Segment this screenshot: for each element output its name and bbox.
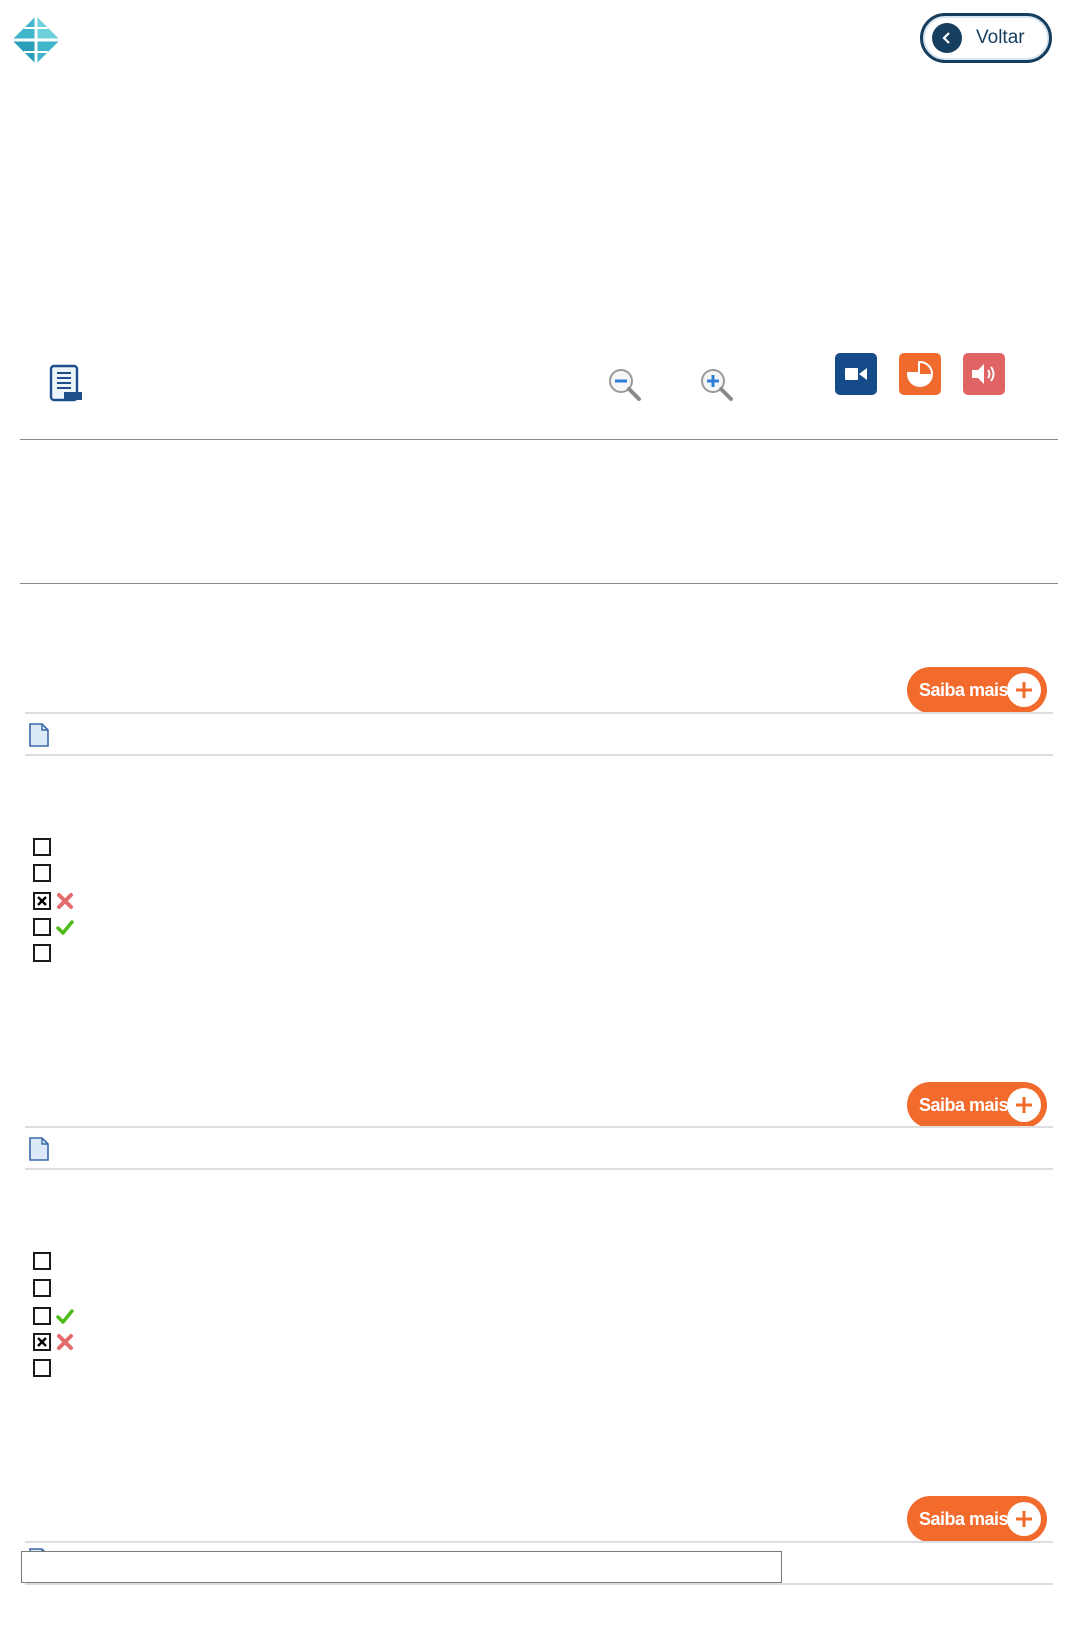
saiba-mais-button[interactable]: Saiba mais — [907, 1496, 1047, 1542]
wrong-icon — [56, 892, 74, 910]
answer-checkbox-checked[interactable] — [33, 892, 51, 910]
plus-icon — [1007, 673, 1041, 707]
answer-checkbox-checked[interactable] — [33, 1333, 51, 1351]
section-divider — [20, 583, 1058, 584]
saiba-mais-button[interactable]: Saiba mais — [907, 667, 1047, 713]
saiba-mais-label: Saiba mais — [919, 1508, 1009, 1529]
bottom-text-input[interactable] — [21, 1551, 782, 1583]
chevron-left-icon — [932, 23, 962, 53]
answer-checkbox[interactable] — [33, 1279, 51, 1297]
zoom-out-icon[interactable] — [606, 366, 644, 404]
list-document-icon[interactable] — [48, 364, 84, 404]
correct-check-icon — [56, 918, 74, 936]
back-button-label: Voltar — [976, 27, 1025, 48]
logo-icon — [10, 14, 62, 66]
speaker-icon[interactable] — [963, 353, 1005, 395]
wrong-icon — [56, 1333, 74, 1351]
answer-checkbox[interactable] — [33, 1252, 51, 1270]
question-top-divider — [25, 712, 1053, 714]
video-camera-icon[interactable] — [835, 353, 877, 395]
answer-checkbox[interactable] — [33, 918, 51, 936]
plus-icon — [1007, 1502, 1041, 1536]
answer-checkbox[interactable] — [33, 864, 51, 882]
question-top-divider — [25, 1126, 1053, 1128]
saiba-mais-button[interactable]: Saiba mais — [907, 1082, 1047, 1128]
document-icon[interactable] — [29, 723, 49, 747]
correct-check-icon — [56, 1307, 74, 1325]
question-bottom-divider — [25, 1583, 1053, 1585]
answer-checkbox[interactable] — [33, 944, 51, 962]
document-icon[interactable] — [29, 1137, 49, 1161]
zoom-in-icon[interactable] — [698, 366, 736, 404]
answer-checkbox[interactable] — [33, 838, 51, 856]
saiba-mais-label: Saiba mais — [919, 1094, 1009, 1115]
pie-chart-icon[interactable] — [899, 353, 941, 395]
toolbar-divider — [20, 439, 1058, 440]
back-button[interactable]: Voltar — [920, 13, 1052, 63]
plus-icon — [1007, 1088, 1041, 1122]
question-top-divider — [25, 1541, 1053, 1543]
answer-checkbox[interactable] — [33, 1359, 51, 1377]
question-bottom-divider — [25, 1168, 1053, 1170]
answer-checkbox[interactable] — [33, 1307, 51, 1325]
saiba-mais-label: Saiba mais — [919, 679, 1009, 700]
question-bottom-divider — [25, 754, 1053, 756]
